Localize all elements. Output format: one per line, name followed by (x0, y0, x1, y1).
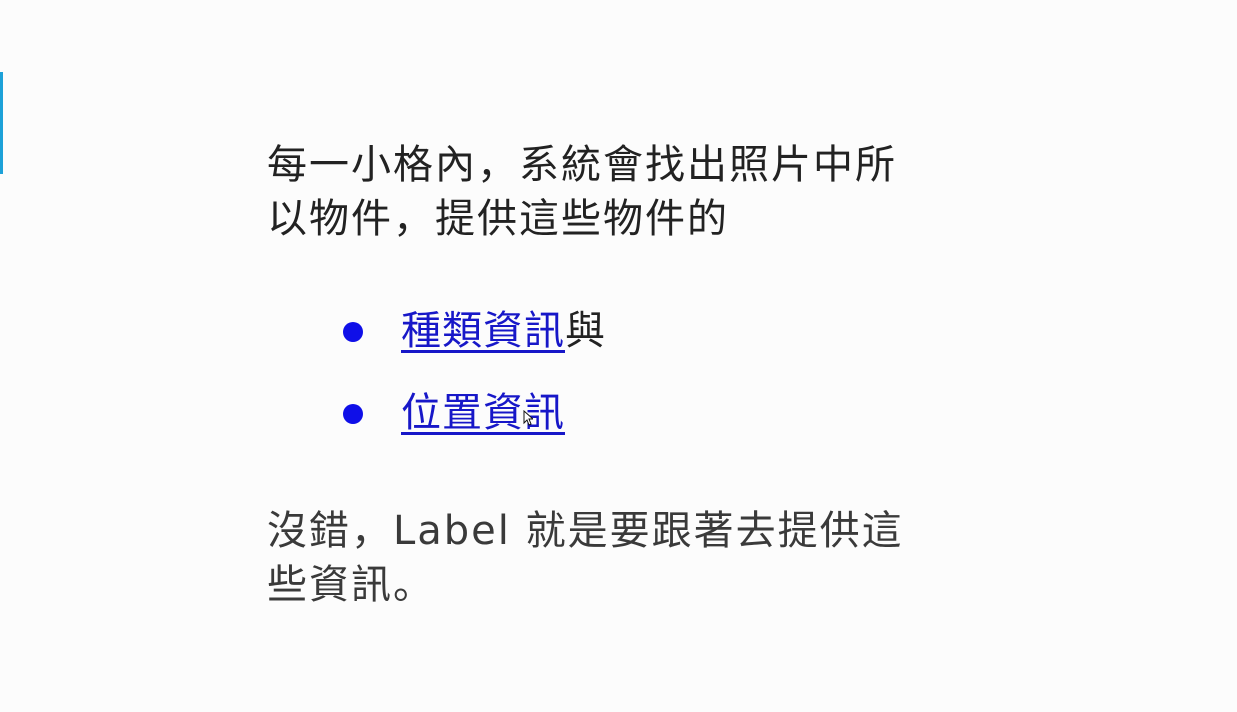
category-info-link[interactable]: 種類資訊 (401, 308, 565, 354)
info-bullet-list: 種類資訊與 位置資訊 (267, 290, 927, 454)
bullet-dot-icon (343, 404, 363, 424)
bullet-item-category-info: 種類資訊與 (267, 290, 927, 372)
closing-paragraph: 沒錯，Label 就是要跟著去提供這些資訊。 (267, 508, 904, 608)
bullet-dot-icon (343, 322, 363, 342)
mouse-pointer-icon (523, 410, 533, 426)
intro-paragraph: 每一小格內，系統會找出照片中所以物件，提供這些物件的 (267, 142, 897, 242)
bullet-suffix-text: 與 (565, 308, 606, 354)
slide-left-accent-bar (0, 72, 3, 174)
slide-content: 每一小格內，系統會找出照片中所以物件，提供這些物件的 種類資訊與 位置資訊 沒錯… (267, 138, 927, 612)
bullet-item-position-info: 位置資訊 (267, 372, 927, 454)
position-info-link[interactable]: 位置資訊 (401, 390, 565, 436)
